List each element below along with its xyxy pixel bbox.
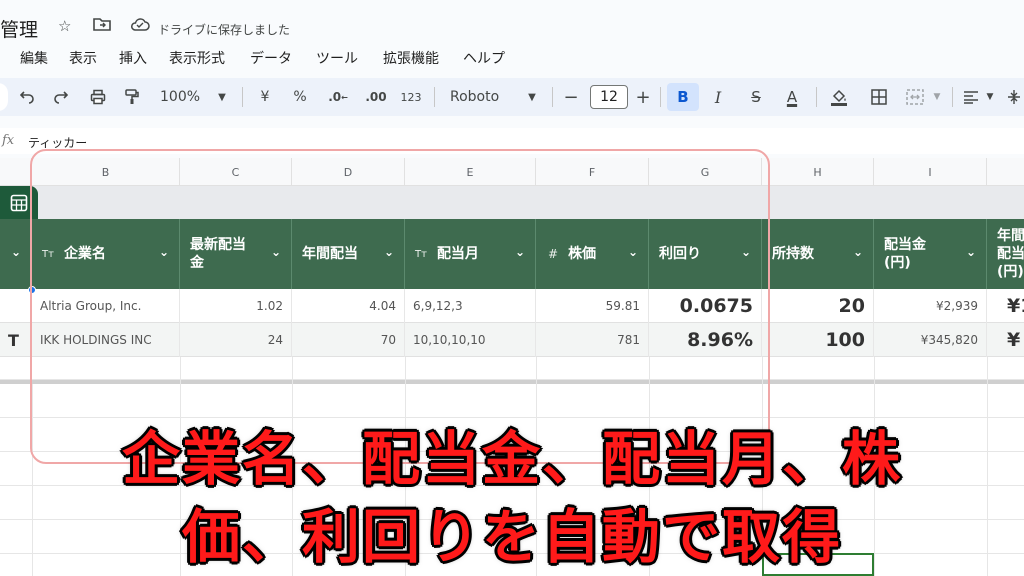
column-header-j[interactable] <box>987 158 1024 186</box>
zoom-value: 100% <box>160 89 201 105</box>
column-header-h[interactable]: H <box>762 158 874 186</box>
paint-format-icon[interactable] <box>120 78 144 116</box>
table-header-annual-yen[interactable]: 年間配当(円) <box>987 219 1024 289</box>
annual-yen-cell[interactable]: ¥1 <box>987 289 1024 323</box>
title-bar: 管理 ☆ ドライブに保存しました <box>0 0 1024 42</box>
zoom-dropdown-icon[interactable]: ▼ <box>214 78 230 116</box>
row-prefix-cell[interactable]: T <box>0 323 32 357</box>
star-icon[interactable]: ☆ <box>58 17 71 35</box>
dividend-yen-cell[interactable]: ¥345,820 <box>874 323 987 357</box>
font-size-decrease-button[interactable]: − <box>562 78 580 116</box>
document-title[interactable]: 管理 <box>0 15 38 42</box>
redo-icon[interactable] <box>50 78 72 116</box>
menu-format[interactable]: 表示形式 <box>169 48 225 68</box>
table-header-dividend-yen[interactable]: 配当金(円) ⌄ <box>874 219 987 289</box>
move-folder-icon[interactable] <box>93 17 111 35</box>
shares-cell[interactable]: 100 <box>762 323 874 357</box>
minus-label: − <box>563 86 579 108</box>
row-prefix-cell[interactable] <box>0 289 32 323</box>
shares-cell[interactable]: 20 <box>762 289 874 323</box>
text-color-button[interactable]: A <box>778 78 806 116</box>
percent-format-button[interactable]: % <box>290 78 310 116</box>
header-annual-yen-label: 年間配当(円) <box>997 228 1024 280</box>
font-family-select[interactable]: Roboto <box>450 78 512 116</box>
decrease-decimal-button[interactable]: .0 ← <box>325 78 351 116</box>
menu-insert[interactable]: 挿入 <box>119 48 147 68</box>
toolbar-divider <box>434 87 435 107</box>
font-size-input[interactable]: 12 <box>590 85 628 109</box>
merge-dropdown-icon[interactable]: ▼ <box>930 78 944 116</box>
percent-label: % <box>293 89 307 105</box>
strike-label: S <box>751 88 761 106</box>
menu-view[interactable]: 表示 <box>69 48 97 68</box>
search-menus-pill[interactable] <box>0 83 8 111</box>
bold-label: B <box>677 88 689 106</box>
column-header-a[interactable] <box>0 158 32 186</box>
caption-line-1: 企業名、配当金、配当月、株 <box>120 424 902 495</box>
strikethrough-button[interactable]: S <box>742 78 770 116</box>
chevron-down-icon[interactable]: ⌄ <box>853 245 863 259</box>
menu-data[interactable]: データ <box>250 48 292 68</box>
text-color-label: A <box>786 88 798 106</box>
currency-format-button[interactable]: ¥ <box>255 78 275 116</box>
toolbar-divider <box>952 87 953 107</box>
plus-label: + <box>635 86 651 108</box>
menu-edit[interactable]: 編集 <box>20 48 48 68</box>
table-header-shares[interactable]: 所持数 ⌄ <box>762 219 874 289</box>
menu-extensions[interactable]: 拡張機能 <box>383 48 439 68</box>
increase-decimal-button[interactable]: .00 <box>362 78 390 116</box>
increase-decimal-label: .00 <box>365 90 387 104</box>
menu-bar: 編集 表示 挿入 表示形式 データ ツール 拡張機能 ヘルプ <box>0 44 1024 68</box>
italic-label: I <box>714 87 722 107</box>
toolbar: 100% ▼ ¥ % .0 ← .00 123 Roboto ▼ − + I S … <box>0 78 1024 116</box>
decrease-decimal-label: .0 <box>328 90 342 104</box>
currency-label: ¥ <box>260 89 270 105</box>
header-shares-label: 所持数 <box>772 246 814 262</box>
align-dropdown-icon[interactable]: ▼ <box>984 78 996 116</box>
save-status: ドライブに保存しました <box>158 23 291 37</box>
toolbar-divider <box>242 87 243 107</box>
undo-icon[interactable] <box>16 78 38 116</box>
annual-yen-cell[interactable]: ¥ <box>987 323 1024 357</box>
bold-button[interactable]: B <box>667 83 699 111</box>
fill-color-icon[interactable] <box>826 78 852 116</box>
dividend-yen-cell[interactable]: ¥2,939 <box>874 289 987 323</box>
menu-help[interactable]: ヘルプ <box>463 48 505 68</box>
zoom-select[interactable]: 100% <box>160 78 208 116</box>
table-header-a[interactable]: ⌄ <box>0 219 32 289</box>
print-icon[interactable] <box>86 78 110 116</box>
fx-icon: fx <box>2 133 15 148</box>
align-left-icon[interactable] <box>960 78 982 116</box>
number-format-button[interactable]: 123 <box>398 78 424 116</box>
vertical-align-icon[interactable] <box>1004 78 1024 116</box>
chevron-down-icon[interactable]: ⌄ <box>966 245 976 259</box>
header-dividend-yen-label: 配当金(円) <box>884 237 926 271</box>
caption-line-2: 価、利回りを自動で取得 <box>180 502 842 573</box>
number-format-label: 123 <box>400 90 422 104</box>
borders-icon[interactable] <box>866 78 892 116</box>
merge-cells-icon[interactable] <box>902 78 928 116</box>
toolbar-divider <box>552 87 553 107</box>
toolbar-divider <box>816 87 817 107</box>
column-header-i[interactable]: I <box>874 158 987 186</box>
italic-button[interactable]: I <box>704 78 732 116</box>
font-dropdown-icon[interactable]: ▼ <box>524 78 540 116</box>
font-size-increase-button[interactable]: + <box>634 78 652 116</box>
font-family-value: Roboto <box>450 89 500 105</box>
menu-tools[interactable]: ツール <box>316 48 358 68</box>
toolbar-divider <box>660 87 661 107</box>
chevron-down-icon[interactable]: ⌄ <box>11 245 21 259</box>
arrow-left-icon: ← <box>341 92 348 102</box>
cloud-saved-icon[interactable] <box>130 17 150 35</box>
